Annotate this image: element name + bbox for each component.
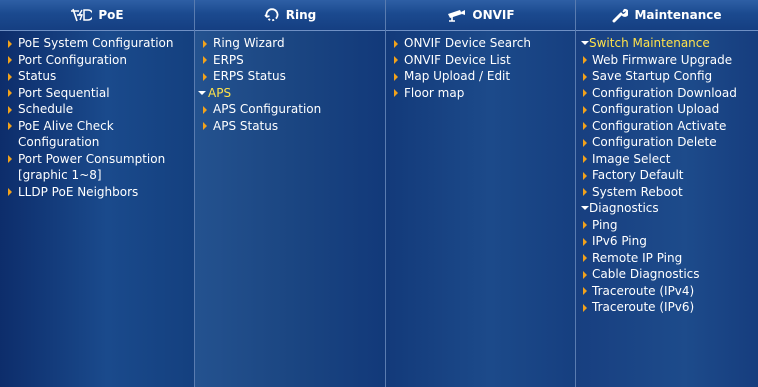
arrow-right-icon — [583, 105, 587, 114]
menu-item-erps[interactable]: ERPS — [195, 52, 385, 69]
menu-item-ring-wizard[interactable]: Ring Wizard — [195, 35, 385, 52]
arrow-right-icon — [203, 122, 207, 130]
menu-item-factory-default[interactable]: Factory Default — [576, 167, 758, 184]
arrow-right-icon — [394, 39, 398, 48]
menu-item-poe-system-configuration[interactable]: PoE System Configuration — [0, 35, 194, 52]
menu-item-port-configuration[interactable]: Port Configuration — [0, 52, 194, 69]
arrow-right-icon — [583, 56, 587, 64]
poe-menu-list: PoE System Configuration Port Configurat… — [0, 31, 194, 200]
arrow-down-icon — [581, 206, 589, 210]
arrow-right-icon — [203, 72, 207, 81]
menu-group-diagnostics[interactable]: Diagnostics — [576, 200, 758, 217]
arrow-right-icon — [8, 56, 12, 64]
mega-menu: PoE PoE System Configuration Port Config… — [0, 0, 758, 387]
arrow-right-icon — [583, 221, 587, 229]
menu-item-schedule[interactable]: Schedule — [0, 101, 194, 118]
arrow-right-icon — [583, 303, 587, 312]
maintenance-column: Maintenance Switch Maintenance Web Firmw… — [575, 0, 758, 387]
menu-item-web-firmware-upgrade[interactable]: Web Firmware Upgrade — [576, 52, 758, 69]
arrow-right-icon — [8, 105, 12, 114]
arrow-right-icon — [583, 188, 587, 196]
camera-icon — [446, 8, 466, 22]
menu-item-port-power-consumption[interactable]: Port Power Consumption [graphic 1~8] — [0, 151, 194, 184]
menu-group-aps[interactable]: APS — [195, 85, 385, 102]
arrow-right-icon — [8, 188, 12, 196]
arrow-right-icon — [583, 171, 587, 180]
menu-item-image-select[interactable]: Image Select — [576, 151, 758, 168]
maintenance-header[interactable]: Maintenance — [576, 0, 758, 31]
menu-item-erps-status[interactable]: ERPS Status — [195, 68, 385, 85]
onvif-header[interactable]: ONVIF — [386, 0, 575, 31]
arrow-right-icon — [8, 72, 12, 81]
arrow-right-icon — [8, 155, 12, 163]
arrow-right-icon — [203, 39, 207, 48]
arrow-right-icon — [583, 254, 587, 262]
ring-header[interactable]: Ring — [195, 0, 385, 31]
maintenance-menu-list: Switch Maintenance Web Firmware Upgrade … — [576, 31, 758, 316]
menu-item-ping[interactable]: Ping — [576, 217, 758, 234]
menu-item-ipv6-ping[interactable]: IPv6 Ping — [576, 233, 758, 250]
menu-item-remote-ip-ping[interactable]: Remote IP Ping — [576, 250, 758, 267]
poe-title: PoE — [98, 8, 124, 22]
arrow-right-icon — [583, 122, 587, 130]
poe-column: PoE PoE System Configuration Port Config… — [0, 0, 194, 387]
arrow-right-icon — [394, 72, 398, 81]
ring-title: Ring — [285, 8, 317, 22]
poe-icon — [70, 8, 93, 22]
menu-item-save-startup-config[interactable]: Save Startup Config — [576, 68, 758, 85]
arrow-right-icon — [8, 39, 12, 48]
menu-item-configuration-delete[interactable]: Configuration Delete — [576, 134, 758, 151]
arrow-right-icon — [583, 138, 587, 147]
menu-item-cable-diagnostics[interactable]: Cable Diagnostics — [576, 266, 758, 283]
arrow-right-icon — [8, 122, 12, 130]
ring-menu-list: Ring Wizard ERPS ERPS Status APS APS Con… — [195, 31, 385, 134]
arrow-right-icon — [203, 56, 207, 64]
arrow-right-icon — [8, 89, 12, 97]
menu-item-traceroute-ipv6[interactable]: Traceroute (IPv6) — [576, 299, 758, 316]
menu-item-configuration-download[interactable]: Configuration Download — [576, 85, 758, 102]
menu-item-aps-status[interactable]: APS Status — [195, 118, 385, 135]
arrow-right-icon — [583, 237, 587, 246]
menu-item-lldp-poe-neighbors[interactable]: LLDP PoE Neighbors — [0, 184, 194, 201]
onvif-menu-list: ONVIF Device Search ONVIF Device List Ma… — [386, 31, 575, 101]
ring-icon — [264, 7, 280, 23]
arrow-right-icon — [203, 105, 207, 114]
menu-item-configuration-upload[interactable]: Configuration Upload — [576, 101, 758, 118]
arrow-right-icon — [394, 56, 398, 64]
menu-group-switch-maintenance[interactable]: Switch Maintenance — [576, 35, 758, 52]
menu-item-onvif-device-list[interactable]: ONVIF Device List — [386, 52, 575, 69]
menu-item-aps-configuration[interactable]: APS Configuration — [195, 101, 385, 118]
arrow-down-icon — [198, 90, 206, 95]
menu-item-onvif-device-search[interactable]: ONVIF Device Search — [386, 35, 575, 52]
onvif-column: ONVIF ONVIF Device Search ONVIF Device L… — [385, 0, 575, 387]
onvif-title: ONVIF — [472, 8, 515, 22]
menu-item-poe-alive-check[interactable]: PoE Alive Check Configuration — [0, 118, 194, 151]
menu-item-system-reboot[interactable]: System Reboot — [576, 184, 758, 201]
wrench-icon — [612, 7, 629, 23]
menu-item-port-sequential[interactable]: Port Sequential — [0, 85, 194, 102]
arrow-right-icon — [583, 89, 587, 97]
arrow-right-icon — [583, 270, 587, 279]
menu-item-traceroute-ipv4[interactable]: Traceroute (IPv4) — [576, 283, 758, 300]
menu-item-floor-map[interactable]: Floor map — [386, 85, 575, 102]
ring-column: Ring Ring Wizard ERPS ERPS Status APS AP… — [194, 0, 385, 387]
maintenance-title: Maintenance — [634, 8, 722, 22]
arrow-right-icon — [583, 155, 587, 163]
menu-item-map-upload-edit[interactable]: Map Upload / Edit — [386, 68, 575, 85]
arrow-down-icon — [581, 41, 589, 45]
menu-item-status[interactable]: Status — [0, 68, 194, 85]
arrow-right-icon — [583, 72, 587, 81]
menu-item-configuration-activate[interactable]: Configuration Activate — [576, 118, 758, 135]
arrow-right-icon — [394, 89, 398, 97]
poe-header[interactable]: PoE — [0, 0, 194, 31]
arrow-right-icon — [583, 287, 587, 295]
